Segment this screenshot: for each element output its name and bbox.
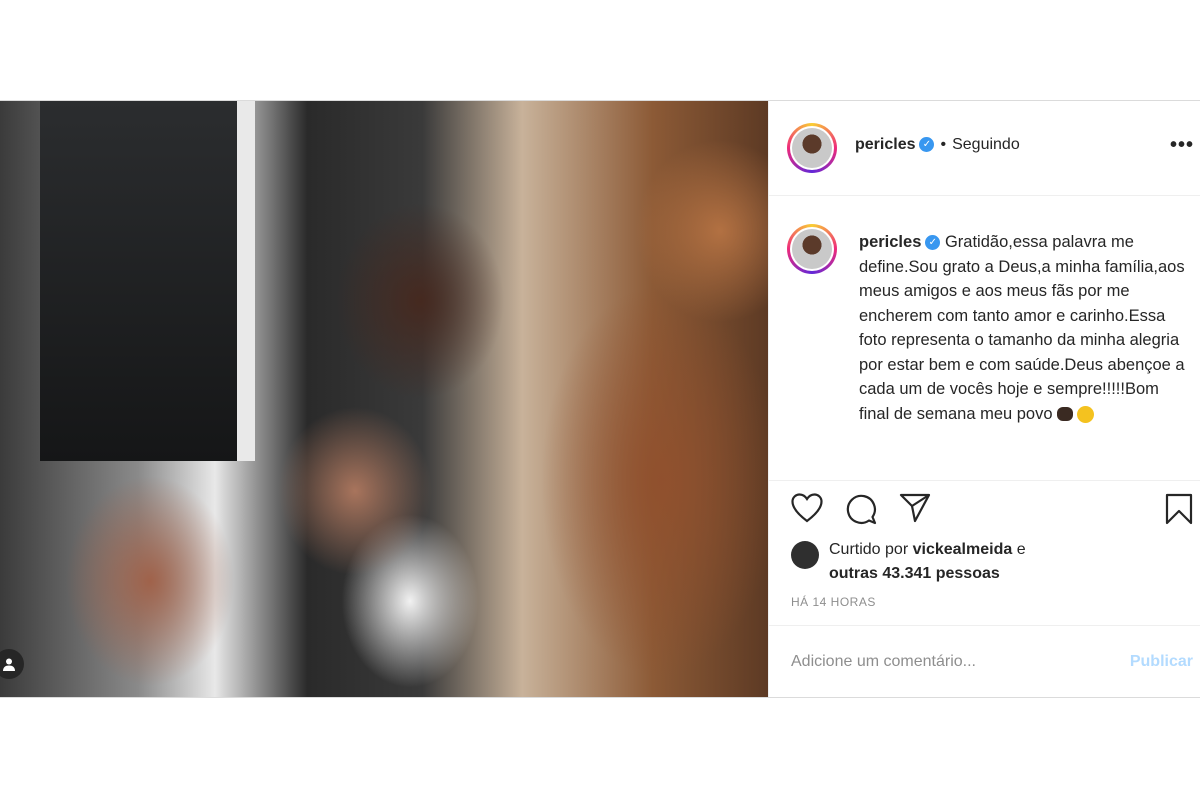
caption-avatar[interactable] (787, 224, 837, 274)
share-icon[interactable] (899, 493, 931, 528)
user-tag-icon[interactable] (0, 649, 24, 679)
caption-section: pericles ✓ Gratidão,essa palavra me defin… (769, 196, 1200, 481)
post-header: pericles ✓ • Seguindo ••• (769, 101, 1200, 196)
likes-prefix: Curtido por (829, 541, 909, 558)
photo-background-window (40, 101, 255, 461)
liker-username[interactable]: vickealmeida (913, 541, 1013, 558)
likes-count[interactable]: outras 43.341 pessoas (829, 565, 1000, 582)
fist-emoji-icon (1056, 407, 1073, 422)
liker-avatar[interactable] (791, 541, 819, 569)
heart-icon[interactable] (791, 493, 823, 528)
action-bar (769, 481, 1200, 531)
verified-icon: ✓ (925, 235, 941, 251)
post-timestamp[interactable]: HÁ 14 HORAS (791, 595, 876, 609)
instagram-post: pericles ✓ • Seguindo ••• pericles ✓ Gratidã… (0, 100, 1200, 698)
comment-input[interactable]: Adicione um comentário... (791, 653, 976, 671)
more-options-icon[interactable]: ••• (1170, 134, 1194, 157)
likes-text[interactable]: Curtido por vickealmeida e outras 43.341… (829, 538, 1129, 586)
verified-icon: ✓ (919, 137, 935, 153)
likes-conjunction: e (1016, 541, 1026, 558)
header-name-row: pericles ✓ • Seguindo (855, 136, 1020, 154)
username-link[interactable]: pericles (855, 136, 915, 153)
post-sidebar: pericles ✓ • Seguindo ••• pericles ✓ Gratidã… (768, 101, 1200, 697)
bookmark-icon[interactable] (1165, 493, 1193, 530)
wink-emoji-icon (1076, 405, 1094, 423)
comment-box: Adicione um comentário... Publicar (769, 625, 1200, 698)
avatar[interactable] (787, 123, 837, 173)
post-photo[interactable] (0, 101, 768, 697)
publish-button[interactable]: Publicar (1130, 653, 1193, 671)
caption-username-link[interactable]: pericles (859, 233, 921, 251)
separator-dot: • (940, 136, 947, 153)
comment-icon[interactable] (845, 493, 877, 530)
caption-text: pericles ✓ Gratidão,essa palavra me defin… (859, 230, 1189, 426)
following-button[interactable]: Seguindo (952, 136, 1020, 153)
caption-body: Gratidão,essa palavra me define.Sou grat… (859, 233, 1185, 423)
